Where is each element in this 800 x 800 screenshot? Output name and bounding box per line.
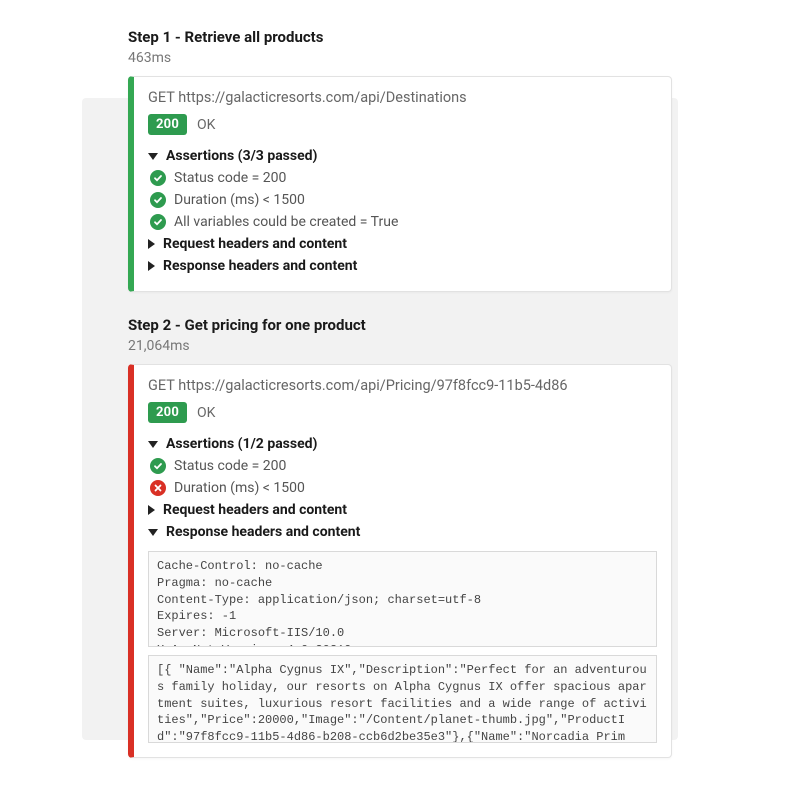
status-text: OK xyxy=(197,405,215,421)
check-circle-icon xyxy=(150,170,166,186)
chevron-down-icon xyxy=(148,153,158,160)
section-toggle[interactable]: Request headers and content xyxy=(148,499,657,521)
assertions-header: Assertions (1/2 passed) xyxy=(166,436,317,452)
assertion-text: Status code = 200 xyxy=(174,170,286,186)
check-circle-icon xyxy=(150,458,166,474)
assertion-text: Status code = 200 xyxy=(174,458,286,474)
assertion-row: Duration (ms) < 1500 xyxy=(148,477,657,499)
check-circle-icon xyxy=(150,214,166,230)
section-label: Request headers and content xyxy=(163,502,347,518)
step-card: GET https://galacticresorts.com/api/Dest… xyxy=(128,76,672,292)
chevron-right-icon xyxy=(148,239,155,249)
section-label: Response headers and content xyxy=(163,258,357,274)
section-toggle[interactable]: Request headers and content xyxy=(148,233,657,255)
status-code-badge: 200 xyxy=(148,114,187,135)
step-duration: 21,064ms xyxy=(128,338,672,354)
status-row: 200 OK xyxy=(148,402,657,423)
chevron-down-icon xyxy=(148,529,158,536)
step-title: Step 1 - Retrieve all products xyxy=(128,28,672,46)
section-toggle[interactable]: Response headers and content xyxy=(148,521,657,543)
status-row: 200 OK xyxy=(148,114,657,135)
request-line: GET https://galacticresorts.com/api/Pric… xyxy=(148,377,657,394)
section-label: Response headers and content xyxy=(166,524,360,540)
chevron-right-icon xyxy=(148,261,155,271)
response-headers-box[interactable]: Cache-Control: no-cache Pragma: no-cache… xyxy=(148,551,657,647)
step-duration: 463ms xyxy=(128,50,672,66)
assertion-text: Duration (ms) < 1500 xyxy=(174,480,305,496)
chevron-down-icon xyxy=(148,441,158,448)
assertion-text: All variables could be created = True xyxy=(174,214,398,230)
section-toggle[interactable]: Response headers and content xyxy=(148,255,657,277)
assertions-toggle[interactable]: Assertions (3/3 passed) xyxy=(148,145,657,167)
request-method: GET xyxy=(148,377,178,394)
status-code-badge: 200 xyxy=(148,402,187,423)
request-method: GET xyxy=(148,89,178,106)
x-circle-icon xyxy=(150,480,166,496)
assertion-row: All variables could be created = True xyxy=(148,211,657,233)
assertion-row: Status code = 200 xyxy=(148,167,657,189)
step-title: Step 2 - Get pricing for one product xyxy=(128,316,672,334)
check-circle-icon xyxy=(150,192,166,208)
assertion-row: Status code = 200 xyxy=(148,455,657,477)
assertion-row: Duration (ms) < 1500 xyxy=(148,189,657,211)
chevron-right-icon xyxy=(148,505,155,515)
section-label: Request headers and content xyxy=(163,236,347,252)
status-text: OK xyxy=(197,117,215,133)
step-card: GET https://galacticresorts.com/api/Pric… xyxy=(128,364,672,758)
assertions-toggle[interactable]: Assertions (1/2 passed) xyxy=(148,433,657,455)
request-line: GET https://galacticresorts.com/api/Dest… xyxy=(148,89,657,106)
request-url: https://galacticresorts.com/api/Pricing/… xyxy=(178,377,567,394)
assertions-header: Assertions (3/3 passed) xyxy=(166,148,317,164)
request-url: https://galacticresorts.com/api/Destinat… xyxy=(178,89,466,106)
assertion-text: Duration (ms) < 1500 xyxy=(174,192,305,208)
response-body-box[interactable]: [{ "Name":"Alpha Cygnus IX","Description… xyxy=(148,655,657,743)
